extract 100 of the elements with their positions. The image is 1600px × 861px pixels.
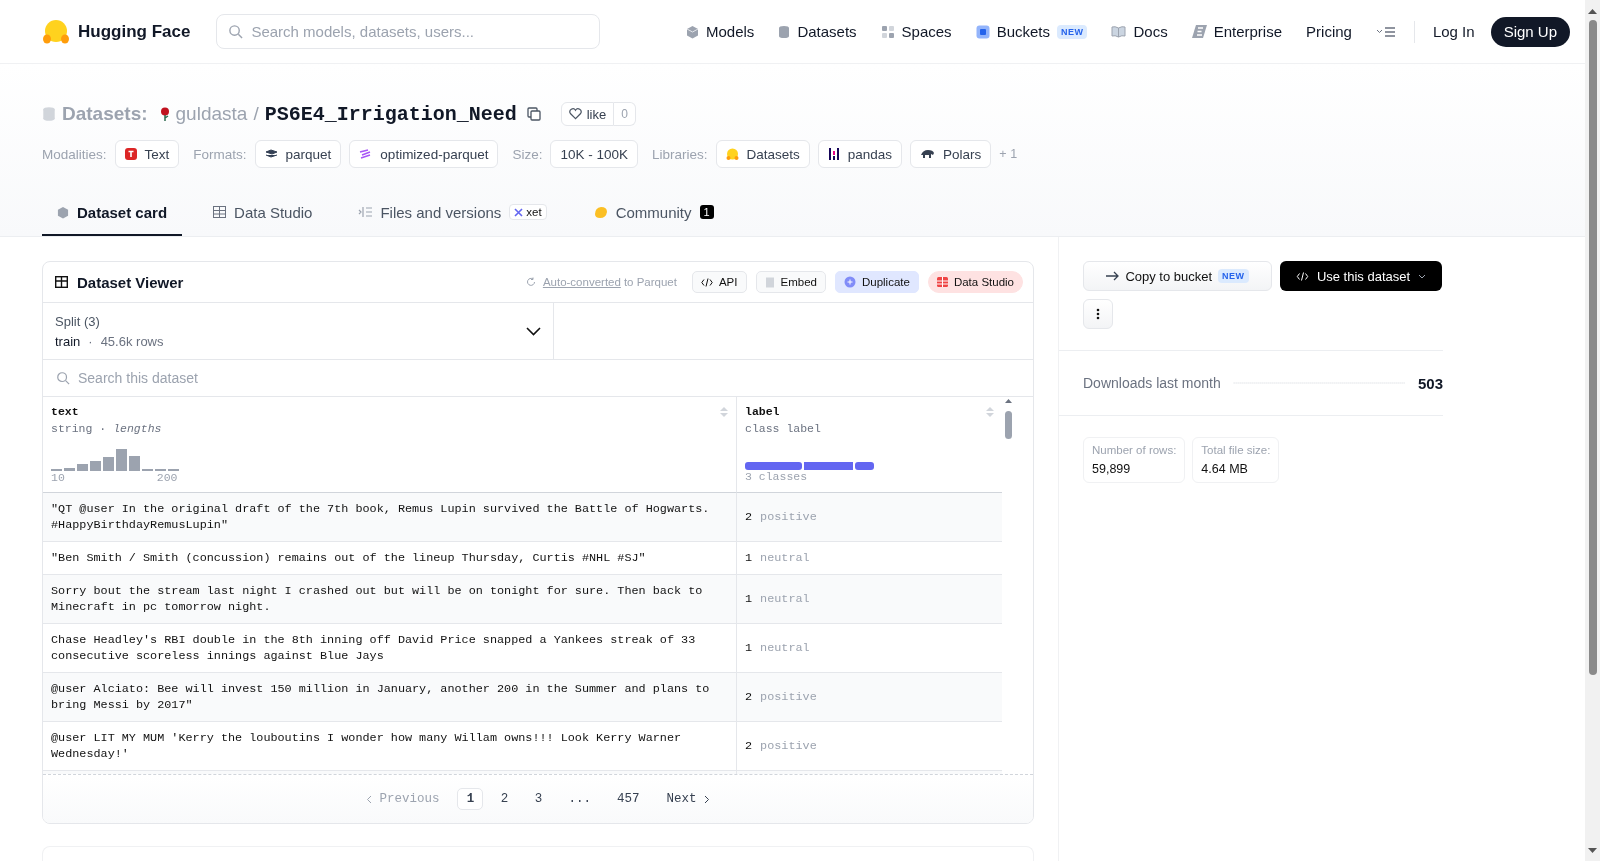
- column-type: string · lengths: [51, 422, 163, 435]
- page-link[interactable]: 1: [457, 788, 484, 810]
- tag[interactable]: optimized-parquet: [349, 140, 499, 168]
- tag[interactable]: Datasets: [715, 140, 810, 168]
- code-icon: [700, 277, 713, 287]
- stat-value: 4.64 MB: [1201, 462, 1249, 476]
- smiley-icon: [725, 147, 739, 161]
- bear-icon: [920, 149, 936, 159]
- viewer-button[interactable]: API: [691, 271, 747, 293]
- database-icon: [42, 106, 56, 122]
- nav-link[interactable]: Models: [686, 23, 755, 40]
- nav-link[interactable]: Pricing: [1306, 23, 1352, 40]
- grid-icon: [880, 24, 895, 39]
- menu-icon[interactable]: [1375, 25, 1396, 38]
- stat-label: Number of rows:: [1092, 444, 1177, 456]
- scrollbar[interactable]: [1002, 397, 1015, 442]
- stat-value: 59,899: [1092, 462, 1132, 476]
- viewer-title: Dataset Viewer: [77, 273, 184, 291]
- next-link[interactable]: Next: [656, 792, 720, 806]
- copy-to-bucket-button[interactable]: Copy to bucket NEW: [1083, 261, 1272, 291]
- rose-icon: [159, 107, 170, 121]
- viewer-button[interactable]: Embed: [755, 271, 826, 293]
- count-badge: 1: [699, 205, 714, 219]
- tab[interactable]: Dataset card: [42, 190, 183, 236]
- split-name: train: [55, 333, 81, 349]
- table-cell: @user LIT MY MUM 'Kerry the louboutins I wonder how many Willam owns!!! Look Kerry Warner Wednesday!': [43, 722, 737, 771]
- page-link[interactable]: 457: [608, 788, 649, 810]
- nav-link[interactable]: Docs: [1111, 23, 1168, 40]
- table-cell: "Ben Smith / Smith (concussion) remains out of the lineup Thursday, Curtis #NHL #SJ": [43, 542, 737, 575]
- axis-label: 200: [156, 471, 178, 484]
- signup-button[interactable]: Sign Up: [1490, 16, 1570, 47]
- new-badge: NEW: [1057, 24, 1088, 39]
- search-field[interactable]: Search models, datasets, users...: [216, 14, 601, 49]
- hand-icon: [592, 205, 608, 219]
- tag[interactable]: parquet: [254, 140, 342, 168]
- table-cell: Chase Headley's RBI double in the 8th inning off David Price snapped a Yankees streak of 33 consecutive scoreless innings against Blue Jays: [43, 624, 737, 673]
- document-icon: [764, 276, 775, 288]
- label-name: neutral: [760, 550, 810, 566]
- new-badge: NEW: [1218, 269, 1249, 283]
- column-name[interactable]: text: [51, 405, 79, 418]
- sort-icon[interactable]: [986, 405, 994, 418]
- login-link[interactable]: Log In: [1432, 23, 1475, 40]
- nav-link[interactable]: Buckets NEW: [975, 23, 1088, 40]
- page-link[interactable]: 2: [491, 788, 518, 810]
- nav-link[interactable]: Spaces: [880, 23, 952, 40]
- xet-badge: xet: [509, 204, 547, 220]
- tag[interactable]: Polars: [910, 140, 992, 168]
- book-icon: [1111, 25, 1127, 38]
- logo-icon: [42, 18, 70, 45]
- page-link[interactable]: 3: [525, 788, 552, 810]
- use-dataset-button[interactable]: Use this dataset: [1280, 261, 1442, 291]
- tag[interactable]: pandas: [817, 140, 903, 168]
- more-options-button[interactable]: [1083, 299, 1113, 329]
- site-name[interactable]: Hugging Face: [78, 21, 191, 42]
- tab[interactable]: Files and versions xet: [343, 190, 562, 236]
- arrow-right-icon: [1106, 271, 1120, 281]
- chevron-down-icon: [526, 326, 541, 336]
- sort-icon[interactable]: [720, 405, 728, 418]
- tag[interactable]: 10K - 100K: [550, 140, 638, 168]
- xet-icon: [514, 207, 524, 217]
- tab[interactable]: Community 1: [577, 190, 729, 236]
- split-label: Split (3): [55, 313, 101, 329]
- search-icon: [56, 371, 70, 385]
- viewer-button[interactable]: Data Studio: [927, 271, 1023, 293]
- code-icon: [1295, 271, 1309, 281]
- label-name: positive: [760, 689, 817, 705]
- column-name[interactable]: label: [745, 405, 780, 418]
- label-name: neutral: [760, 640, 810, 656]
- downloads-label: Downloads last month: [1083, 375, 1221, 391]
- dataset-name[interactable]: PS6E4_Irrigation_Need: [264, 102, 517, 126]
- database-icon: [778, 24, 791, 39]
- split-dropdown[interactable]: Split (3) train · 45.6k rows: [43, 303, 554, 359]
- square-icon: [975, 24, 990, 39]
- viewer-button[interactable]: Duplicate: [834, 271, 919, 293]
- path-separator: /: [253, 103, 259, 125]
- nav-link[interactable]: Datasets: [778, 23, 857, 40]
- tag-icon: [1191, 25, 1207, 38]
- cube-icon: [686, 24, 699, 39]
- label-id: 1: [745, 591, 753, 607]
- table-icon: [936, 277, 948, 287]
- list-icon: [358, 206, 373, 218]
- page-link[interactable]: ...: [559, 788, 600, 810]
- tag-group-label: Formats:: [193, 146, 247, 162]
- heart-icon: [568, 108, 582, 120]
- tab[interactable]: Data Studio: [198, 190, 328, 236]
- table-cell: Sorry bout the stream last night I crashed out but will be on tonight for sure. Then back to Minecraft in pc tomorrow night.: [43, 575, 737, 624]
- layers-icon: [264, 149, 278, 159]
- separator-dot: ·: [88, 333, 93, 349]
- like-count: 0: [614, 102, 636, 126]
- table-icon: [55, 276, 68, 288]
- chevron-right-icon: [703, 794, 710, 804]
- table-icon: [213, 206, 227, 218]
- layers-icon: [359, 149, 373, 159]
- row-count: 45.6k rows: [100, 333, 164, 349]
- nav-link[interactable]: Enterprise: [1191, 23, 1283, 40]
- copy-icon[interactable]: [526, 107, 541, 121]
- tag[interactable]: Text: [114, 140, 180, 168]
- refresh-icon: [525, 277, 536, 287]
- like-button[interactable]: like: [560, 102, 615, 126]
- text-icon: [124, 148, 137, 160]
